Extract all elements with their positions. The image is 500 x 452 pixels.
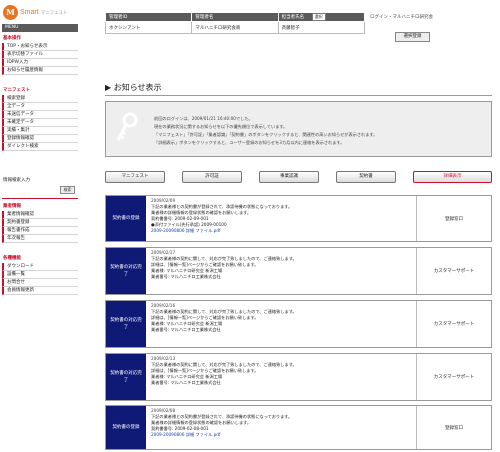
sidebar-item-contact[interactable]: お問合せ	[2, 279, 78, 287]
sidebar-item-search[interactable]: 検索登録	[2, 95, 78, 103]
sidebar-item-unconfirmed[interactable]: 未確定データ	[2, 119, 78, 127]
sidebar-nav-manifest: 検索登録 全データ 未送信データ 未確定データ 実績・集計 登録情報確認 ダイレ…	[2, 95, 78, 151]
sidebar-search-button[interactable]: 検索	[60, 186, 75, 194]
info-box: 前回のログインは、2009/01/21 16:40:00でした。 現在の業務状況…	[105, 101, 492, 157]
tab-business[interactable]: 事業認識	[259, 171, 319, 183]
sidebar: M Smart マニフェスト MENU 基本操作 TOP・お知らせ表示 表示切替…	[0, 0, 80, 452]
logo-tagline: マニフェスト	[40, 10, 68, 15]
sidebar-nav-basic: TOP・お知らせ表示 表示切替ファイル IDPW入力 お知らせ履歴情報	[2, 43, 78, 75]
tab-detail[interactable]: 詳細表示	[413, 171, 492, 183]
tab-manifest[interactable]: マニフェスト	[105, 171, 165, 183]
user-info-table: 管理者ID 管理者名 担当者氏名 選択 ホクシンアント マルハニチロ研究会商 斉…	[104, 12, 366, 34]
tab-contract[interactable]: 契約書	[336, 171, 396, 183]
sidebar-item-unsent[interactable]: 未送信データ	[2, 111, 78, 119]
notice-body: 2009/02/17 下記の業者様の契約に関して、対応が完了致しましたので、ご連…	[151, 250, 416, 280]
sidebar-item-idpw[interactable]: IDPW入力	[2, 59, 78, 67]
info-line: 「詳細表示」ボタンをクリックすると、ユーザー登録のお知らせを3カ月以内に連絡を表…	[154, 140, 345, 145]
notice-item: 契約書の登録 2009/02/09 下記の業者様との契約書が登録されて、承認待機…	[105, 195, 492, 242]
notice-label: 契約書の登録	[106, 406, 146, 449]
page-title: ▶ お知らせ表示	[105, 83, 162, 92]
sidebar-item-notice-history[interactable]: お知らせ履歴情報	[2, 67, 78, 75]
notice-item: 契約書の対応完了 2009/02/16 下記の業者様の契約に関して、対応が完了致…	[105, 300, 492, 348]
sidebar-item-equipment[interactable]: 設備一覧	[2, 271, 78, 279]
attachment-link[interactable]: 2009-20090806 詳細 ファイル.pdf	[151, 432, 416, 438]
notice-label: 契約書の登録	[106, 196, 146, 241]
info-line: 現在の業務状況に関するお知らせを以下の優先順位で表示しています。	[154, 124, 288, 129]
info-text: 前回のログインは、2009/01/21 16:40:00でした。 現在の業務状況…	[154, 115, 377, 147]
notice-item: 契約書の対応完了 2009/02/13 下記の業者様の契約に関して、対応が完了致…	[105, 353, 492, 401]
notice-body: 2009/02/13 下記の業者様の契約に関して、対応が完了致しましたので、ご連…	[151, 356, 416, 386]
sidebar-item-report[interactable]: 報告書作成	[2, 227, 78, 235]
table-cell: ホクシンアント	[104, 21, 193, 34]
table-cell: マルハニチロ研究会商	[191, 21, 279, 34]
table-header: 管理者名	[191, 12, 279, 22]
sidebar-item-download[interactable]: ダウンロード	[2, 263, 78, 271]
sidebar-item-top[interactable]: TOP・お知らせ表示	[2, 43, 78, 51]
notice-destination: カスタマーサポート	[416, 354, 491, 400]
select-button[interactable]: 選択	[311, 13, 326, 21]
notice-line: 業者番号: マルハニチロ工業株式会社	[151, 274, 221, 279]
sidebar-item-direct-search[interactable]: ダイレクト検索	[2, 143, 78, 151]
sidebar-item-all-data[interactable]: 全データ	[2, 103, 78, 111]
notice-item: 契約書の対応完了 2009/02/17 下記の業者様の契約に関して、対応が完了致…	[105, 247, 492, 295]
menu-header: MENU	[2, 24, 78, 32]
notice-label: 契約書の対応完了	[106, 354, 146, 400]
sidebar-section-title: 各種機能	[3, 256, 21, 261]
sidebar-item-contract[interactable]: 契約書登録	[2, 219, 78, 227]
notice-label: 契約書の対応完了	[106, 301, 146, 347]
filter-tabs: マニフェスト 許可証 事業認識 契約書 詳細表示	[105, 171, 492, 183]
user-links[interactable]: ログイン・マルハニチロ研究会	[370, 14, 433, 20]
sidebar-item-member-update[interactable]: 会員情報更新	[2, 287, 78, 295]
sidebar-item-registration-check[interactable]: 登録情報確認	[2, 135, 78, 143]
tab-permit[interactable]: 許可証	[182, 171, 242, 183]
attachment-link[interactable]: 2009-20090806 詳細 ファイル.pdf	[151, 228, 416, 234]
notice-line: 業者番号: マルハニチロ工業株式会社	[151, 327, 221, 332]
sidebar-nav-vendor: 業者情報確認 契約書登録 報告書作成 年次報告	[2, 211, 78, 243]
logo-mark: M	[3, 5, 18, 20]
sidebar-item-results[interactable]: 実績・集計	[2, 127, 78, 135]
sidebar-item-display-file[interactable]: 表示切替ファイル	[2, 51, 78, 59]
notice-destination: 登録窓口	[416, 196, 491, 241]
notice-body: 2009/02/09 下記の業者様との契約書が登録されて、承認待機の状態になって…	[151, 198, 416, 234]
sidebar-item-annual-report[interactable]: 年次報告	[2, 235, 78, 243]
divider	[2, 198, 78, 199]
notice-body: 2009/02/16 下記の業者様の契約に関して、対応が完了致しましたので、ご連…	[151, 303, 416, 333]
info-line: 「マニフェスト」「許可証」「業者認識」「契約書」のボタンをクリックすると、関連性…	[154, 132, 378, 137]
notice-destination: カスタマーサポート	[416, 301, 491, 347]
sidebar-nav-functions: ダウンロード 設備一覧 お問合せ 会員情報更新	[2, 263, 78, 295]
table-cell: 斉藤智子	[277, 21, 366, 34]
info-line: 前回のログインは、2009/01/21 16:40:00でした。	[154, 116, 253, 121]
notice-item: 契約書の登録 2009/02/08 下記の業者様との契約書が登録されて、承認待機…	[105, 405, 492, 450]
notice-body: 2009/02/08 下記の業者様との契約書が登録されて、承認待機の状態になって…	[151, 408, 416, 438]
logo-name: Smart	[20, 9, 39, 16]
notice-line: 業者番号: マルハニチロ工業株式会社	[151, 380, 221, 385]
key-icon	[116, 112, 138, 141]
sidebar-section-title: 基本操作	[3, 36, 21, 41]
logo[interactable]: M Smart マニフェスト	[3, 3, 77, 23]
register-selection-button[interactable]: 選択登録	[395, 32, 430, 42]
notice-destination: カスタマーサポート	[416, 248, 491, 294]
notice-destination: 登録窓口	[416, 406, 491, 449]
sidebar-section-title: マニフェスト	[3, 88, 30, 93]
divider	[105, 95, 492, 96]
table-header: 担当者氏名 選択	[277, 12, 366, 22]
table-header-label: 担当者氏名	[281, 15, 305, 20]
table-header: 管理者ID	[104, 12, 193, 22]
notice-label: 契約書の対応完了	[106, 248, 146, 294]
sidebar-section-title: 業者情報	[3, 204, 21, 209]
sidebar-item-vendor-info[interactable]: 業者情報確認	[2, 211, 78, 219]
sidebar-section-title: 情報検索入力	[3, 178, 30, 183]
